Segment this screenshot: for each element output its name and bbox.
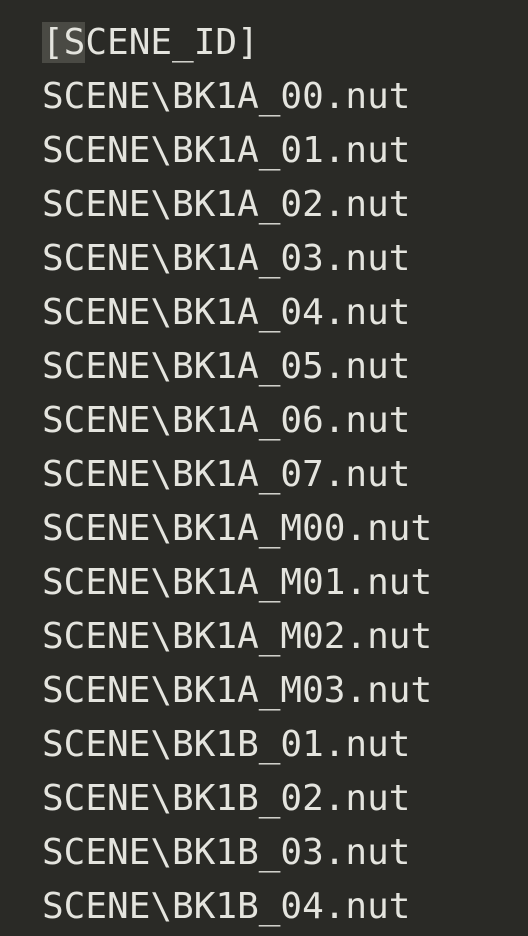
code-lines: [SCENE_ID] SCENE\BK1A_00.nut SCENE\BK1A_…	[42, 16, 432, 934]
code-line-text: CENE_ID]	[85, 22, 259, 63]
code-line[interactable]: SCENE\BK1A_07.nut	[42, 448, 432, 502]
code-line[interactable]: SCENE\BK1A_M00.nut	[42, 502, 432, 556]
code-line[interactable]: SCENE\BK1A_04.nut	[42, 286, 432, 340]
code-line[interactable]: SCENE\BK1B_02.nut	[42, 772, 432, 826]
code-line-section-header[interactable]: [SCENE_ID]	[42, 16, 432, 70]
code-line[interactable]: SCENE\BK1A_06.nut	[42, 394, 432, 448]
code-line[interactable]: SCENE\BK1A_05.nut	[42, 340, 432, 394]
code-line[interactable]: SCENE\BK1A_M03.nut	[42, 664, 432, 718]
code-line[interactable]: SCENE\BK1A_00.nut	[42, 70, 432, 124]
text-editor[interactable]: ' [SCENE_ID] SCENE\BK1A_00.nut SCENE\BK1…	[0, 0, 528, 936]
code-line[interactable]: SCENE\BK1A_M01.nut	[42, 556, 432, 610]
code-line[interactable]: SCENE\BK1B_03.nut	[42, 826, 432, 880]
partial-line-glyph: '	[424, 0, 443, 18]
code-line[interactable]: SCENE\BK1B_04.nut	[42, 880, 432, 934]
code-line[interactable]: SCENE\BK1A_03.nut	[42, 232, 432, 286]
text-cursor: [S	[42, 22, 86, 63]
code-line[interactable]: SCENE\BK1B_01.nut	[42, 718, 432, 772]
code-line[interactable]: SCENE\BK1A_02.nut	[42, 178, 432, 232]
code-line[interactable]: SCENE\BK1A_M02.nut	[42, 610, 432, 664]
code-line[interactable]: SCENE\BK1A_01.nut	[42, 124, 432, 178]
